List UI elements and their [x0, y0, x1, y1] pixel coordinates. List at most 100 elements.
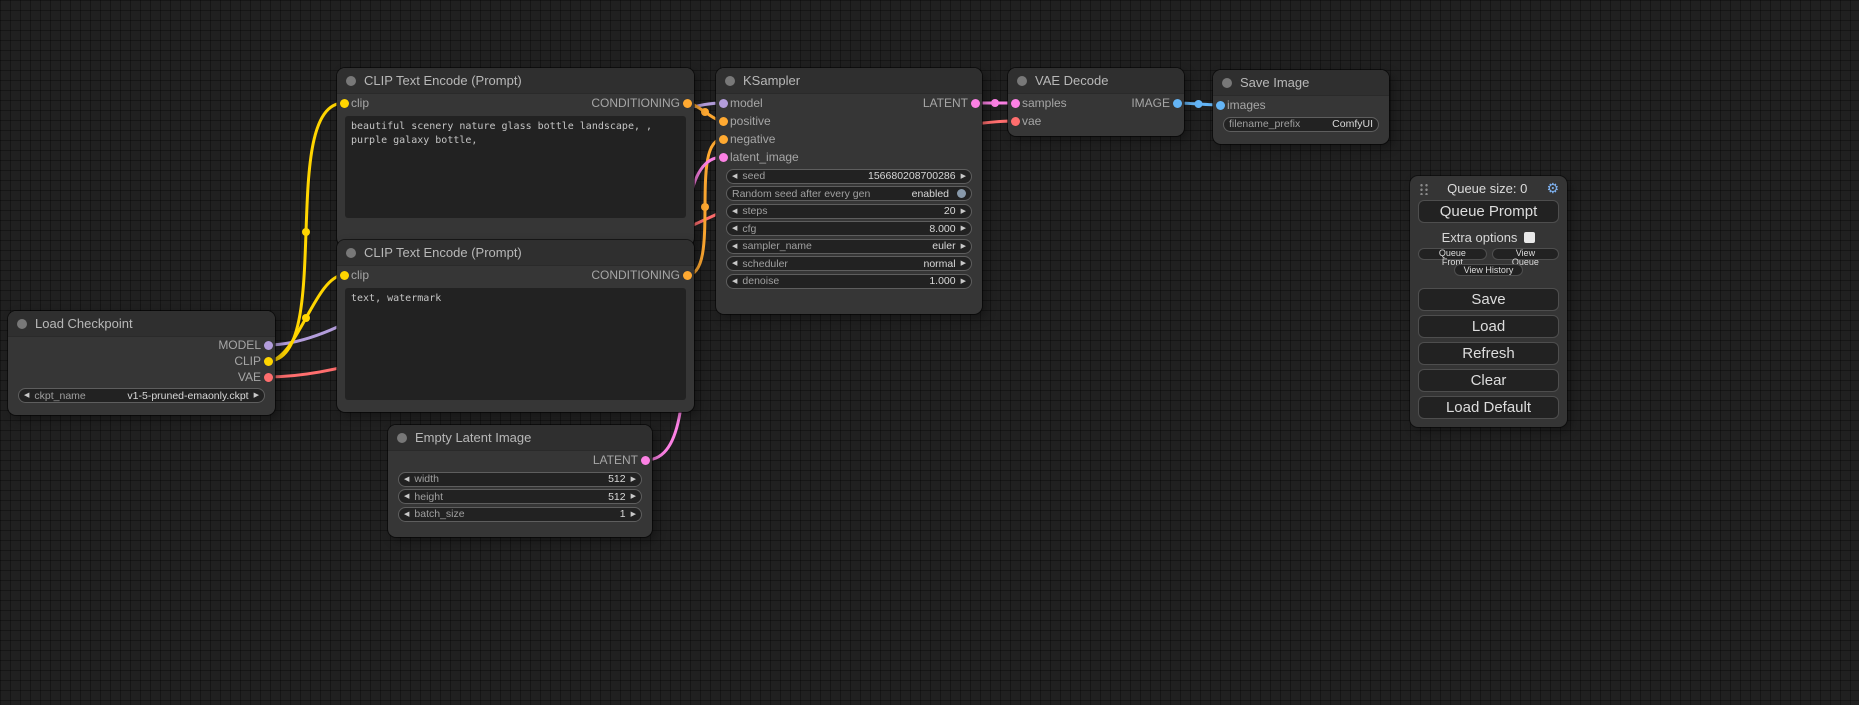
decrement-arrow-icon[interactable]: ◀ — [24, 392, 29, 399]
slot-row: latent_image — [716, 148, 982, 166]
input-label: model — [730, 96, 763, 110]
input-dot-positive[interactable] — [719, 117, 728, 126]
load-default-button[interactable]: Load Default — [1418, 396, 1559, 419]
node-clip-text-encode-negative[interactable]: CLIP Text Encode (Prompt) clip CONDITION… — [337, 240, 694, 412]
node-save-image[interactable]: Save Image images filename_prefix ComfyU… — [1213, 70, 1389, 144]
increment-arrow-icon[interactable]: ▶ — [961, 260, 966, 267]
decrement-arrow-icon[interactable]: ◀ — [404, 476, 409, 483]
node-load-checkpoint[interactable]: Load Checkpoint MODEL CLIP VAE — [8, 311, 275, 415]
widget-filename-prefix[interactable]: filename_prefix ComfyUI — [1223, 117, 1379, 132]
input-dot-clip[interactable] — [340, 271, 349, 280]
load-button[interactable]: Load — [1418, 315, 1559, 338]
input-dot-clip[interactable] — [340, 99, 349, 108]
collapse-dot-icon[interactable] — [346, 248, 356, 258]
node-empty-latent-image[interactable]: Empty Latent Image LATENT ◀ width 512 ▶ … — [388, 425, 652, 537]
increment-arrow-icon[interactable]: ▶ — [631, 493, 636, 500]
input-dot-samples[interactable] — [1011, 99, 1020, 108]
extra-options-checkbox[interactable] — [1524, 232, 1535, 243]
node-title-bar[interactable]: Empty Latent Image — [388, 425, 652, 451]
queue-front-button[interactable]: Queue Front — [1418, 248, 1487, 260]
settings-gear-icon[interactable]: ⚙ — [1546, 181, 1559, 195]
input-label: positive — [730, 114, 771, 128]
wire-midpoint-dot — [991, 99, 999, 107]
node-title-bar[interactable]: Load Checkpoint — [8, 311, 275, 337]
widget-ckpt-name[interactable]: ◀ ckpt_name v1-5-pruned-emaonly.ckpt ▶ — [18, 388, 265, 403]
output-dot-latent[interactable] — [971, 99, 980, 108]
collapse-dot-icon[interactable] — [397, 433, 407, 443]
increment-arrow-icon[interactable]: ▶ — [254, 392, 259, 399]
widget-seed[interactable]: ◀ seed 156680208700286 ▶ — [726, 169, 972, 184]
decrement-arrow-icon[interactable]: ◀ — [732, 208, 737, 215]
queue-prompt-button[interactable]: Queue Prompt — [1418, 200, 1559, 223]
widget-steps[interactable]: ◀ steps 20 ▶ — [726, 204, 972, 219]
node-clip-text-encode-positive[interactable]: CLIP Text Encode (Prompt) clip CONDITION… — [337, 68, 694, 246]
slot-row: positive — [716, 112, 982, 130]
view-queue-button[interactable]: View Queue — [1492, 248, 1559, 260]
increment-arrow-icon[interactable]: ▶ — [631, 511, 636, 518]
output-dot-model[interactable] — [264, 341, 273, 350]
graph-canvas[interactable]: Load Checkpoint MODEL CLIP VAE — [0, 0, 1859, 705]
refresh-button[interactable]: Refresh — [1418, 342, 1559, 365]
output-label: LATENT — [593, 453, 638, 467]
queue-size-label: Queue size: 0 — [1447, 181, 1527, 196]
wire-midpoint-dot — [701, 108, 709, 116]
widget-random-seed-toggle[interactable]: Random seed after every gen enabled — [726, 186, 972, 201]
widget-width[interactable]: ◀ width 512 ▶ — [398, 472, 642, 487]
node-title-bar[interactable]: CLIP Text Encode (Prompt) — [337, 68, 694, 94]
wire-midpoint-dot — [302, 314, 310, 322]
prompt-textarea[interactable]: beautiful scenery nature glass bottle la… — [345, 116, 686, 218]
node-title-bar[interactable]: KSampler — [716, 68, 982, 94]
output-dot-image[interactable] — [1173, 99, 1182, 108]
save-button[interactable]: Save — [1418, 288, 1559, 311]
collapse-dot-icon[interactable] — [17, 319, 27, 329]
output-dot-conditioning[interactable] — [683, 99, 692, 108]
increment-arrow-icon[interactable]: ▶ — [961, 225, 966, 232]
widget-cfg[interactable]: ◀ cfg 8.000 ▶ — [726, 221, 972, 236]
widget-denoise[interactable]: ◀ denoise 1.000 ▶ — [726, 274, 972, 289]
widget-value: 8.000 — [929, 223, 955, 235]
collapse-dot-icon[interactable] — [346, 76, 356, 86]
increment-arrow-icon[interactable]: ▶ — [961, 278, 966, 285]
view-history-button[interactable]: View History — [1454, 264, 1524, 276]
widget-scheduler[interactable]: ◀ scheduler normal ▶ — [726, 256, 972, 271]
clear-button[interactable]: Clear — [1418, 369, 1559, 392]
decrement-arrow-icon[interactable]: ◀ — [404, 493, 409, 500]
collapse-dot-icon[interactable] — [725, 76, 735, 86]
collapse-dot-icon[interactable] — [1222, 78, 1232, 88]
output-dot-vae[interactable] — [264, 373, 273, 382]
increment-arrow-icon[interactable]: ▶ — [961, 243, 966, 250]
decrement-arrow-icon[interactable]: ◀ — [404, 511, 409, 518]
input-dot-model[interactable] — [719, 99, 728, 108]
widget-height[interactable]: ◀ height 512 ▶ — [398, 489, 642, 504]
input-dot-images[interactable] — [1216, 101, 1225, 110]
input-dot-vae[interactable] — [1011, 117, 1020, 126]
collapse-dot-icon[interactable] — [1017, 76, 1027, 86]
node-title-bar[interactable]: Save Image — [1213, 70, 1389, 96]
output-dot-conditioning[interactable] — [683, 271, 692, 280]
queue-menu-panel[interactable]: Queue size: 0 ⚙ Queue Prompt Extra optio… — [1410, 176, 1567, 427]
widget-batch-size[interactable]: ◀ batch_size 1 ▶ — [398, 507, 642, 522]
node-title-bar[interactable]: VAE Decode — [1008, 68, 1184, 94]
widget-value: 1.000 — [929, 275, 955, 287]
decrement-arrow-icon[interactable]: ◀ — [732, 225, 737, 232]
increment-arrow-icon[interactable]: ▶ — [961, 208, 966, 215]
node-vae-decode[interactable]: VAE Decode samples IMAGE vae — [1008, 68, 1184, 136]
decrement-arrow-icon[interactable]: ◀ — [732, 243, 737, 250]
node-title-bar[interactable]: CLIP Text Encode (Prompt) — [337, 240, 694, 266]
output-dot-latent[interactable] — [641, 456, 650, 465]
slot-row: images — [1213, 96, 1389, 114]
input-dot-latent-image[interactable] — [719, 153, 728, 162]
toggle-knob-icon[interactable] — [957, 189, 966, 198]
increment-arrow-icon[interactable]: ▶ — [631, 476, 636, 483]
decrement-arrow-icon[interactable]: ◀ — [732, 278, 737, 285]
wire-midpoint-dot — [302, 228, 310, 236]
increment-arrow-icon[interactable]: ▶ — [961, 173, 966, 180]
input-dot-negative[interactable] — [719, 135, 728, 144]
drag-handle-icon[interactable] — [1418, 182, 1428, 195]
prompt-textarea[interactable]: text, watermark — [345, 288, 686, 400]
node-ksampler[interactable]: KSampler model LATENT positive — [716, 68, 982, 314]
decrement-arrow-icon[interactable]: ◀ — [732, 260, 737, 267]
decrement-arrow-icon[interactable]: ◀ — [732, 173, 737, 180]
output-dot-clip[interactable] — [264, 357, 273, 366]
widget-sampler-name[interactable]: ◀ sampler_name euler ▶ — [726, 239, 972, 254]
